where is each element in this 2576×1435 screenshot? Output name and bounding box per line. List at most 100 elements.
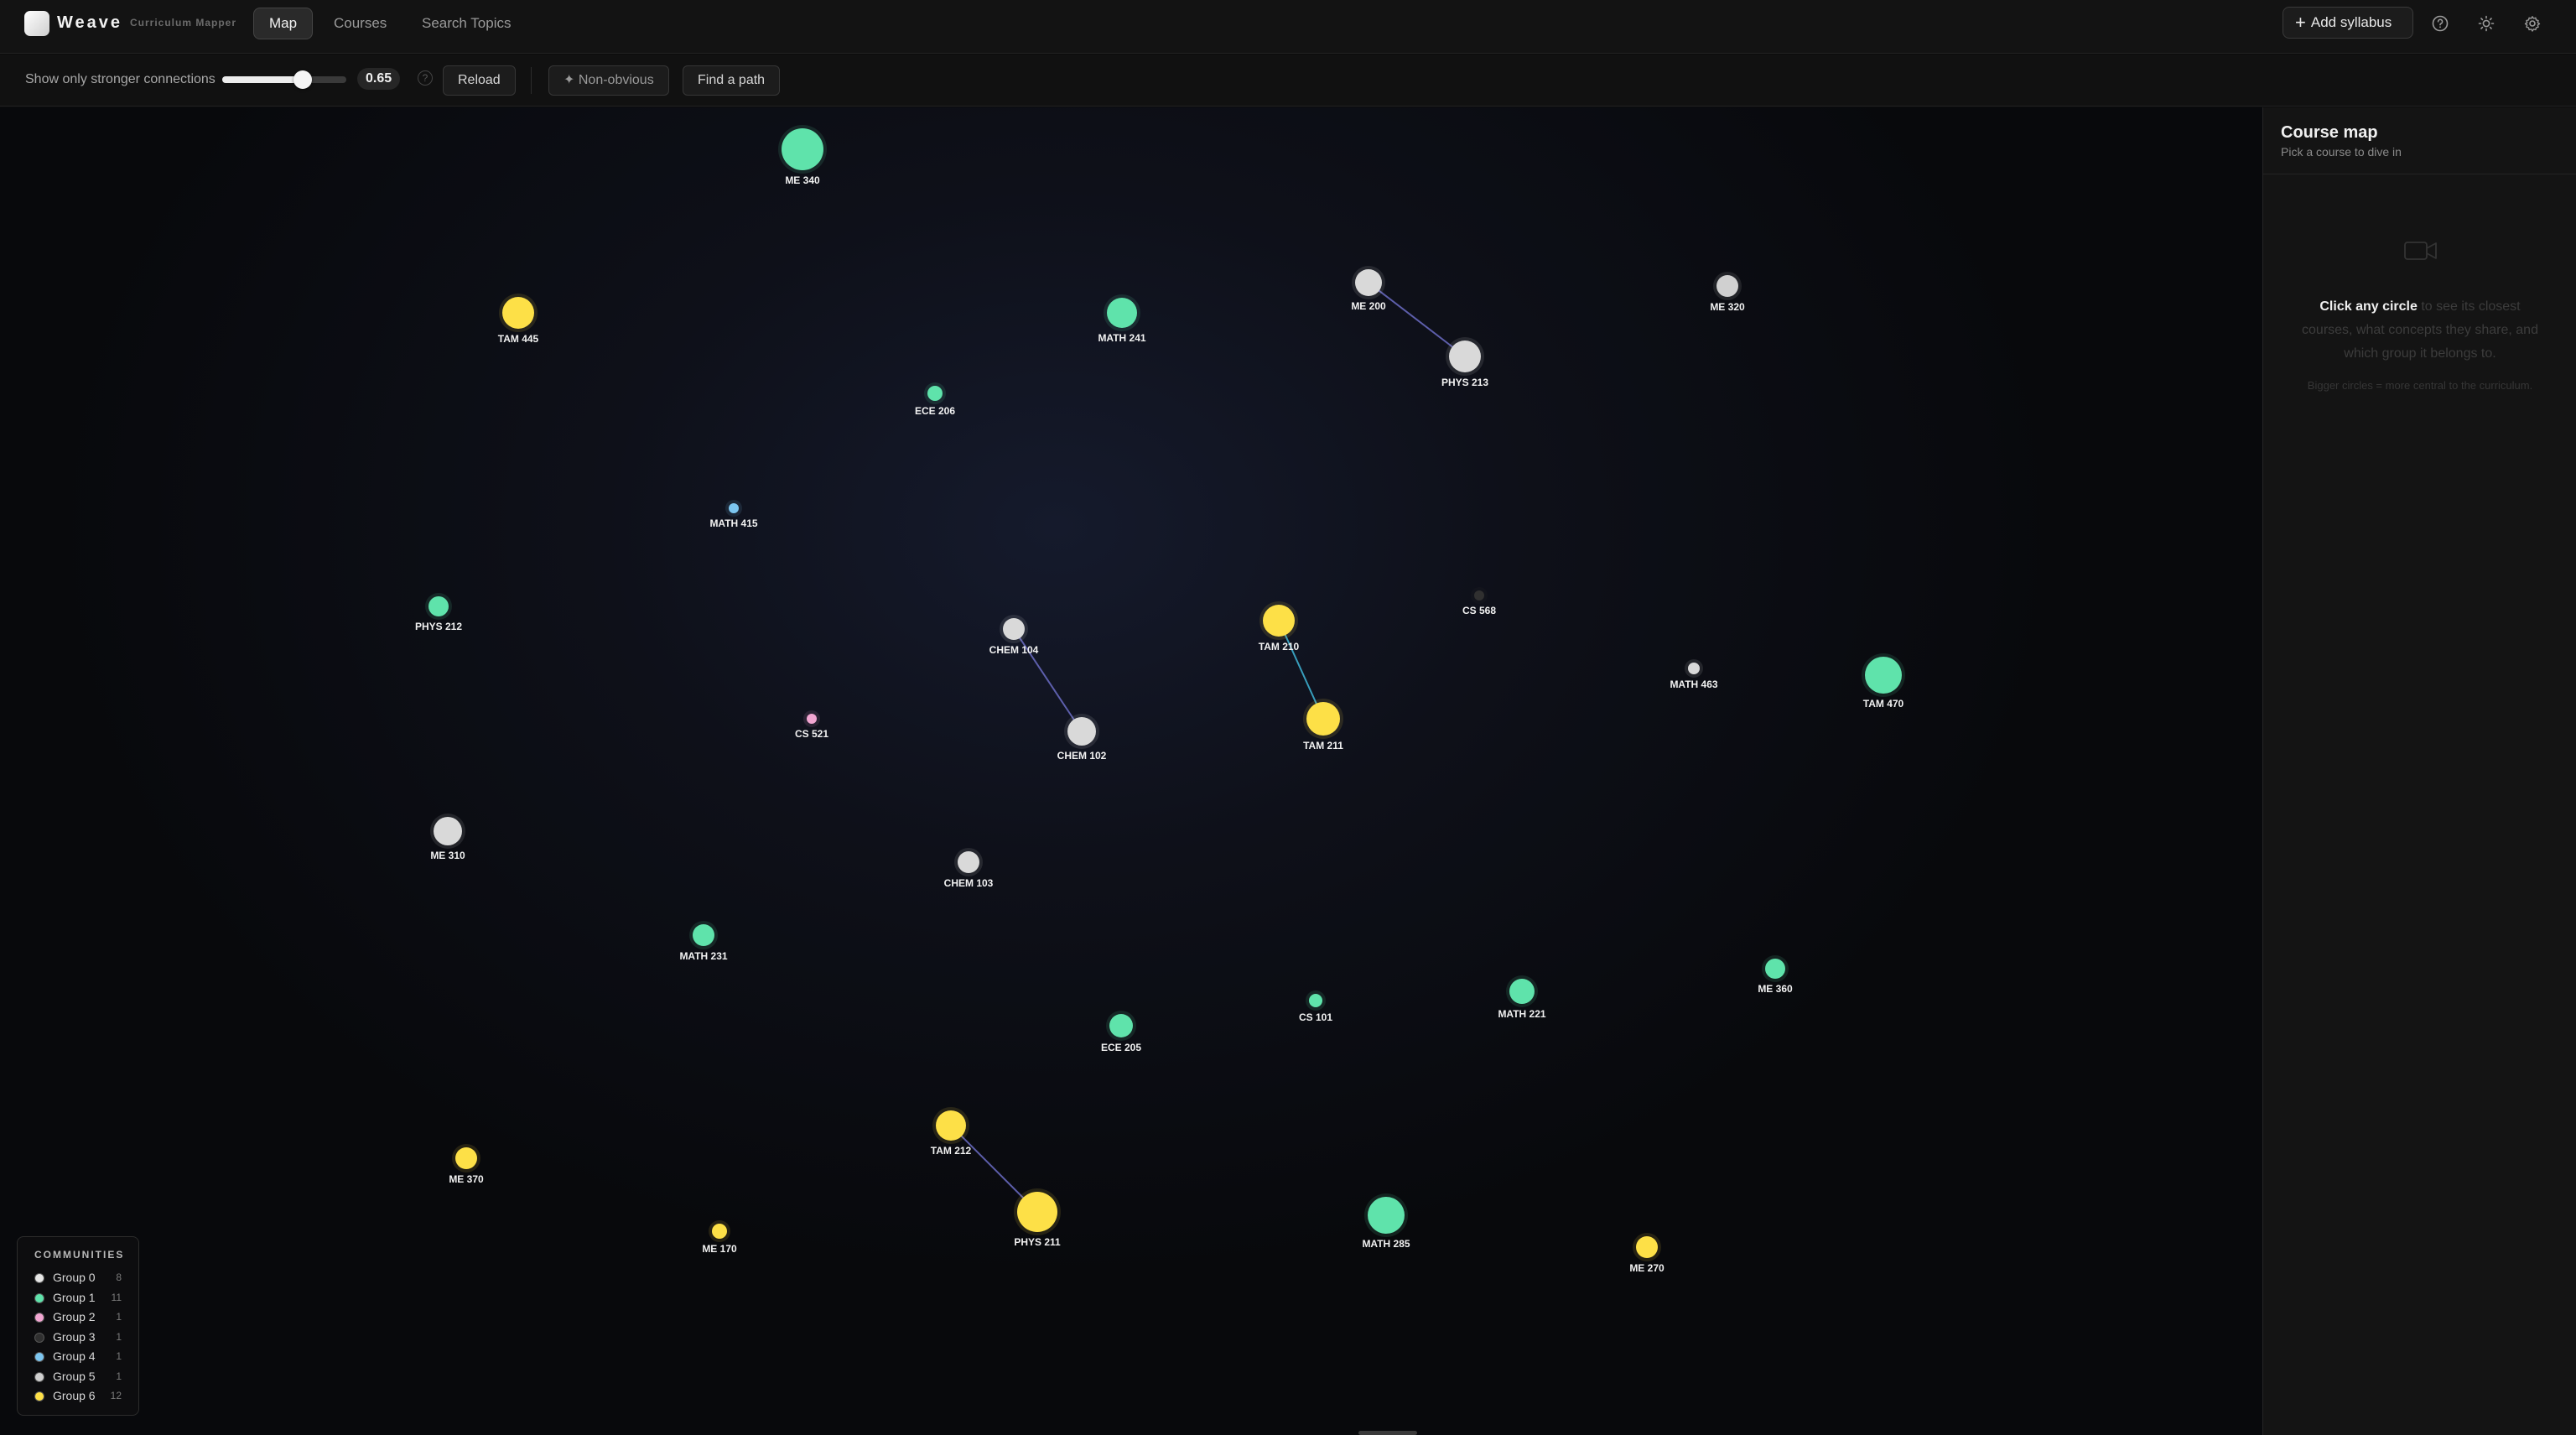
- course-node-math-285[interactable]: MATH 285: [1362, 1193, 1410, 1250]
- slider-handle[interactable]: [293, 70, 312, 89]
- node-circle[interactable]: [1636, 1236, 1658, 1258]
- help-button[interactable]: [2427, 10, 2454, 37]
- node-circle[interactable]: [428, 596, 449, 616]
- node-circle[interactable]: [1716, 275, 1738, 297]
- legend-swatch: [34, 1391, 44, 1401]
- course-node-me-270[interactable]: ME 270: [1629, 1233, 1665, 1274]
- course-node-me-360[interactable]: ME 360: [1758, 955, 1793, 995]
- node-circle[interactable]: [1509, 979, 1535, 1004]
- course-node-cs-568[interactable]: CS 568: [1462, 587, 1496, 616]
- course-node-tam-445[interactable]: TAM 445: [498, 294, 539, 345]
- node-circle[interactable]: [1368, 1197, 1405, 1234]
- node-circle[interactable]: [1474, 590, 1484, 601]
- node-label: CHEM 102: [1057, 750, 1107, 762]
- node-circle[interactable]: [807, 714, 817, 724]
- node-label: MATH 241: [1098, 332, 1145, 344]
- legend-item-label: Group 4: [53, 1349, 96, 1363]
- node-circle[interactable]: [712, 1224, 727, 1239]
- course-node-math-231[interactable]: MATH 231: [679, 921, 728, 962]
- node-circle[interactable]: [434, 817, 462, 845]
- slider-fill: [222, 76, 303, 83]
- empty-state-message: Click any circle to see its closest cour…: [2297, 295, 2543, 366]
- course-node-ece-205[interactable]: ECE 205: [1101, 1011, 1141, 1053]
- node-circle[interactable]: [1865, 657, 1902, 694]
- course-node-tam-210[interactable]: TAM 210: [1259, 601, 1300, 653]
- add-syllabus-button[interactable]: + Add syllabus: [2283, 7, 2413, 39]
- node-circle[interactable]: [693, 924, 714, 946]
- settings-button[interactable]: [2519, 10, 2546, 37]
- tab-search-topics[interactable]: Search Topics: [407, 8, 526, 39]
- legend-item-group-3[interactable]: Group 3 1: [34, 1328, 138, 1349]
- node-circle[interactable]: [455, 1147, 477, 1169]
- legend-item-count: 1: [116, 1330, 122, 1343]
- legend-item-group-4[interactable]: Group 4 1: [34, 1348, 138, 1368]
- node-circle[interactable]: [1306, 702, 1340, 736]
- legend-item-group-6[interactable]: Group 6 12: [34, 1387, 138, 1407]
- node-circle[interactable]: [1449, 341, 1481, 372]
- node-circle[interactable]: [936, 1110, 966, 1141]
- node-circle[interactable]: [1263, 605, 1295, 637]
- app-root: Weave Curriculum Mapper Map Courses Sear…: [0, 0, 2576, 1435]
- course-node-math-221[interactable]: MATH 221: [1498, 975, 1546, 1020]
- node-circle[interactable]: [502, 297, 534, 329]
- node-circle[interactable]: [927, 386, 943, 401]
- course-detail-panel: Course map Pick a course to dive in Clic…: [2262, 107, 2576, 1435]
- course-node-tam-211[interactable]: TAM 211: [1303, 699, 1343, 751]
- node-circle[interactable]: [1109, 1014, 1133, 1037]
- find-path-button[interactable]: Find a path: [683, 65, 781, 96]
- node-circle[interactable]: [1107, 298, 1137, 328]
- course-node-me-310[interactable]: ME 310: [430, 814, 465, 861]
- legend-item-group-0[interactable]: Group 0 8: [34, 1269, 138, 1289]
- graph-edges: [950, 282, 1466, 1213]
- tab-courses[interactable]: Courses: [319, 8, 402, 39]
- course-node-cs-101[interactable]: CS 101: [1299, 990, 1332, 1023]
- sparkle-icon: ✦: [564, 73, 579, 87]
- node-circle[interactable]: [1017, 1192, 1057, 1232]
- node-circle[interactable]: [1003, 618, 1025, 640]
- course-node-ece-206[interactable]: ECE 206: [915, 382, 955, 417]
- node-circle[interactable]: [1688, 663, 1700, 674]
- threshold-slider[interactable]: [222, 70, 346, 89]
- course-node-me-320[interactable]: ME 320: [1710, 272, 1745, 313]
- course-node-chem-103[interactable]: CHEM 103: [944, 848, 994, 889]
- legend-swatch: [34, 1273, 44, 1283]
- theme-toggle-button[interactable]: [2473, 10, 2500, 37]
- course-graph-canvas[interactable]: ME 340 TAM 445 MATH 241 ME 200 ME 320 PHYS 21…: [0, 107, 2262, 1435]
- node-circle[interactable]: [1355, 269, 1382, 296]
- course-node-chem-104[interactable]: CHEM 104: [989, 615, 1039, 656]
- reload-button[interactable]: Reload: [443, 65, 516, 96]
- bottom-scroll-indicator[interactable]: [1358, 1431, 1417, 1435]
- course-node-math-463[interactable]: MATH 463: [1670, 659, 1718, 690]
- node-label: MATH 231: [679, 950, 727, 962]
- tab-map[interactable]: Map: [253, 8, 314, 39]
- course-node-math-241[interactable]: MATH 241: [1098, 294, 1146, 344]
- course-node-cs-521[interactable]: CS 521: [795, 710, 828, 740]
- legend-item-label: Group 0: [53, 1271, 96, 1284]
- node-circle[interactable]: [782, 128, 823, 170]
- node-label: ME 270: [1629, 1262, 1665, 1274]
- course-node-tam-470[interactable]: TAM 470: [1862, 653, 1905, 710]
- node-label: CS 568: [1462, 605, 1496, 616]
- course-node-me-200[interactable]: ME 200: [1351, 266, 1386, 312]
- node-circle[interactable]: [1067, 717, 1096, 746]
- course-node-phys-211[interactable]: PHYS 211: [1014, 1188, 1061, 1248]
- node-circle[interactable]: [1309, 994, 1322, 1007]
- help-icon: [2432, 15, 2449, 32]
- node-circle[interactable]: [1765, 959, 1785, 979]
- course-node-phys-212[interactable]: PHYS 212: [415, 593, 462, 632]
- course-node-tam-212[interactable]: TAM 212: [931, 1107, 972, 1157]
- non-obvious-button[interactable]: ✦ Non-obvious: [548, 65, 669, 96]
- course-node-me-340[interactable]: ME 340: [778, 125, 827, 186]
- node-circle[interactable]: [958, 851, 979, 873]
- legend-item-group-2[interactable]: Group 2 1: [34, 1308, 138, 1328]
- course-graph[interactable]: ME 340 TAM 445 MATH 241 ME 200 ME 320 PHYS 21…: [0, 107, 2262, 1435]
- legend-item-group-5[interactable]: Group 5 1: [34, 1368, 138, 1388]
- node-circle[interactable]: [729, 503, 739, 513]
- course-node-math-415[interactable]: MATH 415: [709, 500, 758, 529]
- course-node-me-370[interactable]: ME 370: [449, 1144, 484, 1185]
- node-label: TAM 445: [498, 333, 539, 345]
- course-node-me-170[interactable]: ME 170: [702, 1220, 737, 1255]
- course-node-chem-102[interactable]: CHEM 102: [1057, 714, 1107, 762]
- threshold-help-icon[interactable]: ?: [418, 70, 433, 86]
- legend-item-group-1[interactable]: Group 1 11: [34, 1289, 138, 1309]
